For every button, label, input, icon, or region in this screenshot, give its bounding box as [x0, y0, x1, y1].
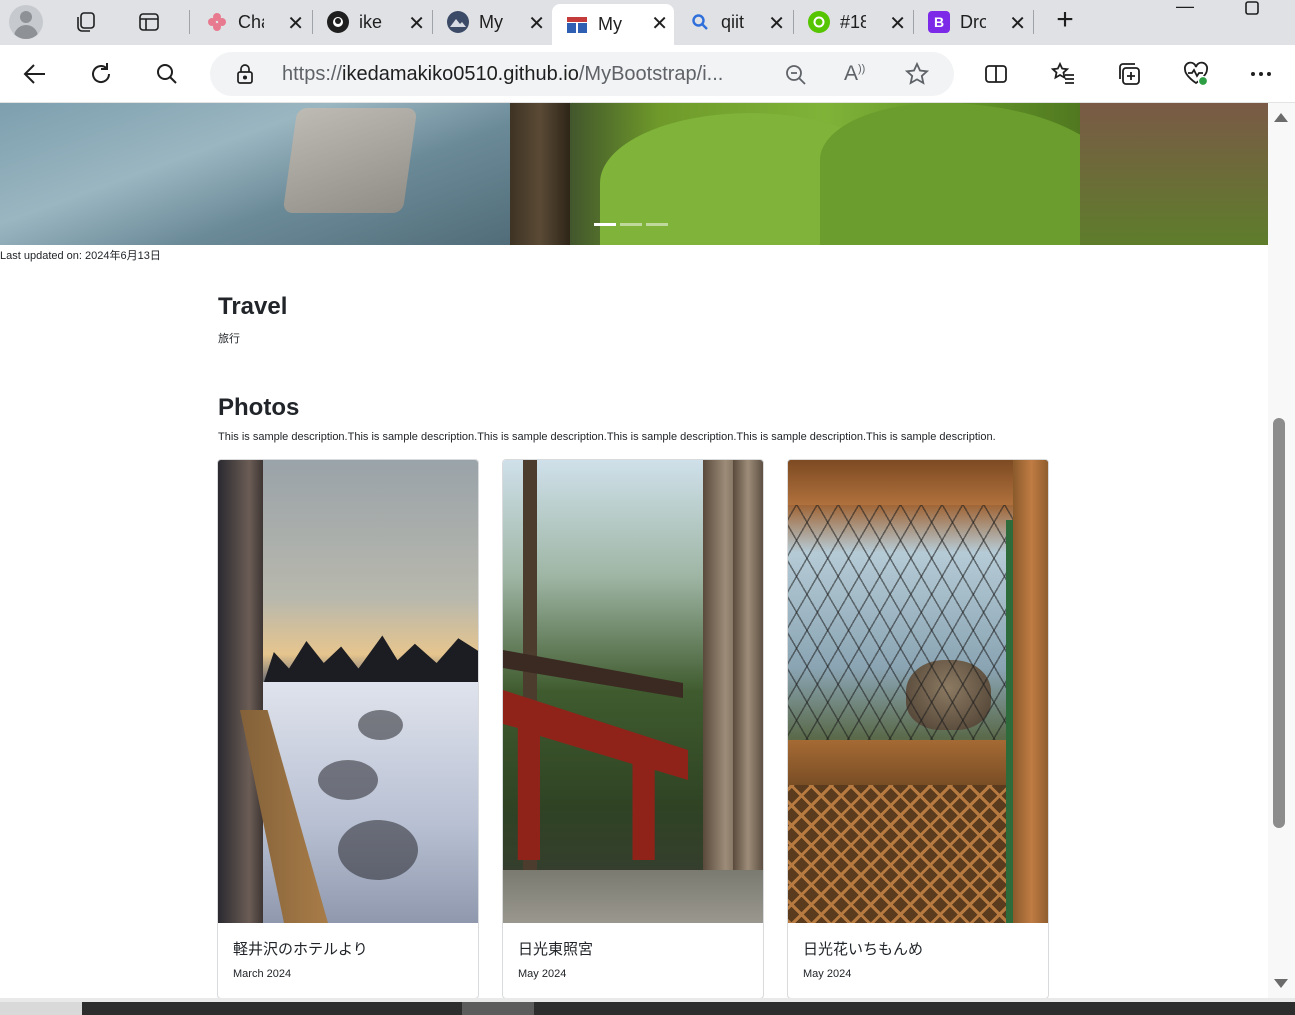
- taskbar-strip: [0, 998, 1295, 1015]
- zoom-out-icon[interactable]: [784, 63, 808, 92]
- tab-title: My: [598, 14, 622, 34]
- back-icon[interactable]: [20, 59, 50, 89]
- card-date: May 2024: [803, 968, 852, 980]
- close-icon[interactable]: ✕: [408, 11, 425, 36]
- photo-toshogu-image: [503, 460, 763, 923]
- carousel-indicator[interactable]: [594, 223, 616, 226]
- tab-my-active[interactable]: My ✕: [552, 4, 674, 45]
- chatgpt-flower-icon: [206, 11, 228, 33]
- page-scrollbar[interactable]: [1268, 103, 1295, 998]
- lock-icon[interactable]: [234, 63, 256, 90]
- q-icon: [808, 11, 830, 33]
- photo-card[interactable]: 日光花いちもんめ May 2024: [787, 459, 1049, 998]
- travel-subtitle: 旅行: [218, 333, 240, 345]
- photo-card[interactable]: 軽井沢のホテルより March 2024: [217, 459, 479, 998]
- more-options-icon[interactable]: [1246, 59, 1276, 89]
- scroll-thumb[interactable]: [1273, 418, 1285, 828]
- bootstrap-icon: B: [928, 11, 950, 33]
- tab-bootstrap[interactable]: B Dro ✕: [914, 4, 1032, 40]
- tab-chatgpt[interactable]: Cha ✕: [192, 4, 310, 40]
- tab-title: qiit: [721, 11, 745, 32]
- favorite-star-icon[interactable]: [904, 61, 930, 92]
- travel-heading: Travel: [218, 293, 288, 320]
- tab-github[interactable]: ike ✕: [313, 4, 431, 40]
- browser-essentials-icon[interactable]: [1181, 59, 1211, 89]
- address-bar[interactable]: https://ikedamakiko0510.github.io/MyBoot…: [210, 52, 954, 96]
- workspaces-icon[interactable]: [72, 8, 100, 36]
- tab-title: #18: [840, 11, 866, 32]
- hero-carousel-image: [0, 103, 1268, 245]
- tab-my-1[interactable]: My ✕: [433, 4, 551, 40]
- carousel-indicators: [594, 223, 668, 226]
- tab-strip: Cha ✕ ike ✕ My ✕ My ✕ qiit ✕ #1: [0, 0, 1295, 45]
- card-title: 軽井沢のホテルより: [233, 941, 368, 958]
- photo-karuizawa-image: [218, 460, 478, 923]
- close-icon[interactable]: ✕: [768, 11, 785, 36]
- scroll-down-arrow-icon[interactable]: [1274, 979, 1288, 988]
- carousel-indicator[interactable]: [646, 223, 668, 226]
- split-screen-icon[interactable]: [981, 59, 1011, 89]
- photo-hanaichimonme-image: [788, 460, 1048, 923]
- last-updated-text: Last updated on: 2024年6月13日: [0, 250, 161, 262]
- site-icon: [566, 14, 588, 36]
- scroll-up-arrow-icon[interactable]: [1274, 113, 1288, 122]
- new-tab-icon[interactable]: +: [1050, 5, 1080, 36]
- close-icon[interactable]: ✕: [651, 11, 668, 36]
- search-icon[interactable]: [152, 59, 182, 89]
- tab-title: Dro: [960, 11, 986, 32]
- close-icon[interactable]: ✕: [889, 11, 906, 36]
- github-icon: [327, 11, 349, 33]
- carousel-indicator[interactable]: [620, 223, 642, 226]
- close-icon[interactable]: ✕: [1009, 11, 1026, 36]
- close-icon[interactable]: ✕: [528, 11, 545, 36]
- profile-avatar[interactable]: [9, 5, 43, 39]
- maximize-icon[interactable]: [1244, 0, 1260, 20]
- url-text[interactable]: https://ikedamakiko0510.github.io/MyBoot…: [282, 63, 723, 86]
- favorites-list-icon[interactable]: [1048, 59, 1078, 89]
- collections-icon[interactable]: [1114, 59, 1144, 89]
- tab-title: ike: [359, 11, 383, 32]
- vertical-tabs-icon[interactable]: [135, 8, 163, 36]
- photo-card[interactable]: 日光東照宮 May 2024: [502, 459, 764, 998]
- tab-title: Cha: [238, 11, 264, 32]
- card-title: 日光花いちもんめ: [803, 941, 924, 958]
- tab-qiita-search[interactable]: qiit ✕: [675, 4, 791, 40]
- card-title: 日光東照宮: [518, 941, 594, 958]
- page-viewport: Last updated on: 2024年6月13日 Travel 旅行 Ph…: [0, 103, 1268, 998]
- photos-description: This is sample description.This is sampl…: [218, 431, 996, 443]
- card-date: May 2024: [518, 968, 567, 980]
- read-aloud-icon[interactable]: A)): [844, 62, 865, 86]
- browser-toolbar: https://ikedamakiko0510.github.io/MyBoot…: [0, 45, 1295, 103]
- refresh-icon[interactable]: [86, 59, 116, 89]
- tab-title: My: [479, 11, 503, 32]
- search-icon: [689, 11, 711, 33]
- card-date: March 2024: [233, 968, 292, 980]
- tab-issue[interactable]: #18 ✕: [794, 4, 912, 40]
- photos-heading: Photos: [218, 394, 300, 421]
- minimize-icon[interactable]: —: [1176, 0, 1194, 16]
- mountain-photo-icon: [447, 11, 469, 33]
- close-icon[interactable]: ✕: [287, 11, 304, 36]
